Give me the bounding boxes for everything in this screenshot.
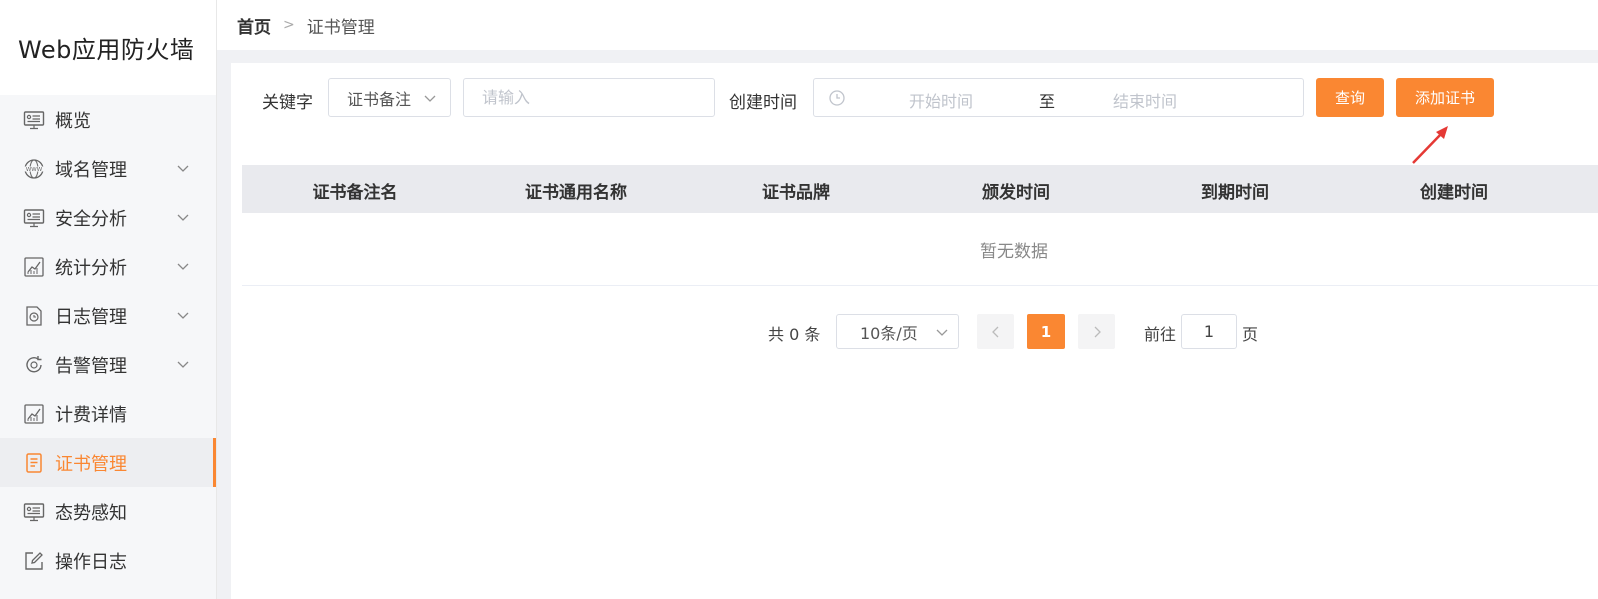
app-title: Web应用防火墙 [0,0,216,95]
pagination-total: 共 0 条 [768,325,821,344]
sidebar-item-label: 证书管理 [55,453,127,475]
line-chart-icon [22,402,46,426]
annotation-arrow-icon [1412,126,1448,164]
sidebar-item-label: 计费详情 [55,404,127,426]
sidebar-item-1[interactable]: WWW 域名管理 [0,144,216,193]
sidebar-item-0[interactable]: 概览 [0,95,216,144]
page-size-value: 10条/页 [860,323,918,343]
clock-icon [829,90,845,106]
table-header: 证书备注名 证书通用名称 证书品牌 颁发时间 到期时间 创建时间 [242,165,1598,213]
chevron-down-icon [177,263,189,270]
chevron-down-icon [936,329,948,336]
monitor-icon [22,206,46,230]
chevron-down-icon [177,312,189,319]
breadcrumb-current: 证书管理 [306,17,375,38]
sidebar-item-3[interactable]: 统计分析 [0,242,216,291]
table-header-cell: 证书品牌 [762,183,830,203]
sidebar-item-label: 态势感知 [55,502,127,524]
range-separator: 至 [1039,92,1056,111]
log-file-icon [22,304,46,328]
svg-text:WWW: WWW [26,167,43,173]
sidebar-item-2[interactable]: 安全分析 [0,193,216,242]
sidebar-menu: 概览 WWW 域名管理安全分析统计分析日志管理告警管理计费详情证书管理态势感知操作日… [0,95,216,585]
sidebar: Web应用防火墙 概览 WWW 域名管理安全分析统计分析日志管理告警管理计费详情证书… [0,0,217,599]
chevron-down-icon [424,95,436,102]
sidebar-item-label: 告警管理 [55,355,127,377]
next-page-button[interactable] [1078,314,1115,349]
keyword-input[interactable] [463,78,715,117]
chevron-down-icon [177,361,189,368]
table-header-cell: 创建时间 [1420,183,1488,203]
table-empty-text: 暂无数据 [980,242,1048,262]
keyword-type-select[interactable]: 证书备注 [328,78,451,117]
line-chart-icon [22,255,46,279]
breadcrumb: 首页 > 证书管理 [217,0,1598,50]
table-header-cell: 颁发时间 [982,183,1050,203]
table-header-cell: 证书通用名称 [525,183,627,203]
table-divider [242,285,1598,286]
keyword-type-value: 证书备注 [347,89,412,109]
monitor-icon [22,108,46,132]
sidebar-item-5[interactable]: 告警管理 [0,340,216,389]
created-time-range-picker[interactable]: 开始时间 至 结束时间 [813,78,1304,117]
created-time-label: 创建时间 [729,93,797,113]
chevron-down-icon [177,165,189,172]
alarm-refresh-icon [22,353,46,377]
sidebar-item-label: 域名管理 [55,159,127,181]
page-suffix: 页 [1242,325,1259,344]
globe-www-icon: WWW [22,157,46,181]
sidebar-item-6[interactable]: 计费详情 [0,389,216,438]
sidebar-item-8[interactable]: 态势感知 [0,487,216,536]
sidebar-item-4[interactable]: 日志管理 [0,291,216,340]
certificate-icon [22,451,46,475]
add-certificate-button[interactable]: 添加证书 [1396,78,1494,117]
prev-page-button[interactable] [977,314,1014,349]
table-header-cell: 证书备注名 [312,183,398,203]
edit-icon [22,549,46,573]
chevron-left-icon [991,326,998,337]
query-button[interactable]: 查询 [1316,78,1384,117]
sidebar-item-label: 统计分析 [55,257,127,279]
start-time-field[interactable]: 开始时间 [909,88,973,112]
keyword-label: 关键字 [262,93,313,113]
sidebar-item-label: 安全分析 [55,208,127,230]
page-number-current[interactable]: 1 [1027,314,1065,349]
table-header-cell: 到期时间 [1201,183,1269,203]
sidebar-item-label: 操作日志 [55,551,127,573]
sidebar-item-7[interactable]: 证书管理 [0,438,216,487]
breadcrumb-separator: > [283,17,295,33]
sidebar-item-label: 日志管理 [55,306,127,328]
breadcrumb-home[interactable]: 首页 [237,13,271,38]
sidebar-item-label: 概览 [55,110,91,132]
goto-label: 前往 [1144,325,1177,344]
sidebar-item-9[interactable]: 操作日志 [0,536,216,585]
goto-page-input[interactable] [1181,314,1237,349]
page-size-select[interactable]: 10条/页 [836,314,959,349]
monitor-icon [22,500,46,524]
chevron-down-icon [177,214,189,221]
end-time-field[interactable]: 结束时间 [1113,88,1177,112]
chevron-right-icon [1094,326,1101,337]
